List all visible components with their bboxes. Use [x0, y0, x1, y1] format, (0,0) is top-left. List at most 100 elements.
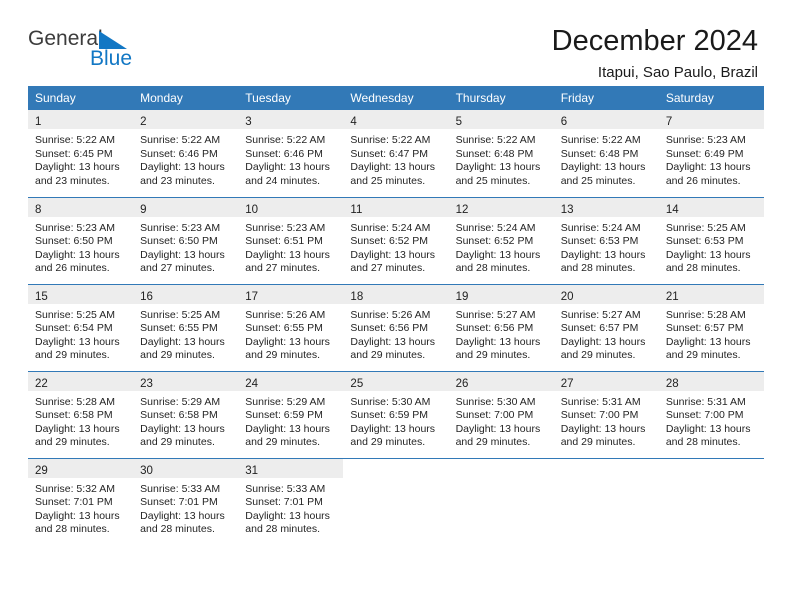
sunrise-text: Sunrise: 5:22 AM [245, 134, 326, 146]
sunset-text: Sunset: 6:47 PM [350, 147, 429, 160]
sunset-text: Sunset: 6:56 PM [455, 322, 534, 335]
day-cell-body [343, 478, 448, 483]
day-cell-body: Sunrise: 5:26 AM Sunset: 6:55 PM Daylight:… [238, 304, 343, 363]
sunrise-text: Sunrise: 5:26 AM [245, 308, 326, 321]
day-cell[interactable]: 1 Sunrise: 5:22 AM Sunset: 6:45 PM Daylight… [28, 110, 134, 197]
day-cell[interactable]: 8 Sunrise: 5:23 AM Sunset: 6:50 PM Daylight… [28, 196, 134, 284]
day-cell[interactable]: 13 Sunrise: 5:24 AM Sunset: 6:53 PM Dayligh… [553, 196, 659, 284]
day-cell[interactable]: 10 Sunrise: 5:23 AM Sunset: 6:51 PM Dayligh… [238, 196, 344, 284]
day-cell[interactable]: 29 Sunrise: 5:32 AM Sunset: 7:01 PM Dayligh… [28, 457, 134, 545]
sunrise-text: Sunrise: 5:30 AM [455, 395, 536, 408]
day-number-bar: 2 [133, 110, 239, 129]
day-cell[interactable]: 30 Sunrise: 5:33 AM Sunset: 7:01 PM Dayligh… [133, 457, 239, 545]
sunrise-text: Sunrise: 5:31 AM [665, 395, 746, 408]
day-cell[interactable]: 11 Sunrise: 5:24 AM Sunset: 6:52 PM Dayligh… [343, 196, 449, 284]
sunset-text: Sunset: 6:54 PM [35, 322, 113, 335]
day-cell[interactable]: 26 Sunrise: 5:30 AM Sunset: 7:00 PM Dayligh… [448, 370, 554, 458]
day-cell[interactable]: 27 Sunrise: 5:31 AM Sunset: 7:00 PM Dayligh… [553, 370, 659, 458]
sunset-text: Sunset: 6:58 PM [35, 409, 113, 422]
weekday-header-thursday: Thursday [448, 86, 554, 110]
daylight-text-line2: and 29 minutes. [245, 349, 320, 362]
day-cell-body: Sunrise: 5:32 AM Sunset: 7:01 PM Daylight:… [28, 478, 133, 537]
day-cell[interactable]: 12 Sunrise: 5:24 AM Sunset: 6:52 PM Dayligh… [448, 196, 554, 284]
day-cell[interactable]: 4 Sunrise: 5:22 AM Sunset: 6:47 PM Daylight… [343, 110, 449, 197]
day-cell[interactable]: 14 Sunrise: 5:25 AM Sunset: 6:53 PM Dayligh… [658, 196, 764, 284]
day-cell[interactable]: 7 Sunrise: 5:23 AM Sunset: 6:49 PM Daylight… [658, 110, 764, 197]
day-cell-body: Sunrise: 5:24 AM Sunset: 6:52 PM Daylight:… [449, 217, 554, 276]
day-number-bar: 9 [133, 197, 239, 217]
sunset-text: Sunset: 6:49 PM [665, 147, 744, 160]
sunrise-text: Sunrise: 5:23 AM [665, 134, 746, 146]
day-cell[interactable]: 5 Sunrise: 5:22 AM Sunset: 6:48 PM Daylight… [448, 110, 554, 197]
day-number-bar: 18 [343, 284, 449, 304]
daylight-text-line2: and 29 minutes. [245, 436, 320, 449]
daylight-text-line2: and 25 minutes. [560, 174, 636, 187]
day-number: 18 [350, 290, 364, 303]
day-cell-body: Sunrise: 5:25 AM Sunset: 6:53 PM Daylight:… [659, 217, 764, 276]
calendar-body: 1 Sunrise: 5:22 AM Sunset: 6:45 PM Daylight… [28, 110, 764, 545]
day-number: 10 [245, 203, 259, 216]
day-cell[interactable]: 2 Sunrise: 5:22 AM Sunset: 6:46 PM Daylight… [133, 110, 239, 197]
day-number-bar [343, 459, 448, 478]
daylight-text-line1: Daylight: 13 hours [350, 335, 436, 348]
sunrise-text: Sunrise: 5:33 AM [245, 482, 326, 495]
daylight-text-line1: Daylight: 13 hours [140, 335, 225, 348]
day-cell[interactable]: 23 Sunrise: 5:29 AM Sunset: 6:58 PM Dayligh… [133, 370, 239, 458]
day-cell[interactable]: 22 Sunrise: 5:28 AM Sunset: 6:58 PM Dayligh… [28, 370, 134, 458]
day-number: 11 [350, 203, 363, 216]
day-number-bar: 26 [448, 371, 554, 391]
day-number: 5 [455, 116, 462, 128]
logo-text-general: General [28, 27, 103, 50]
sunrise-text: Sunrise: 5:22 AM [455, 134, 536, 146]
day-cell[interactable]: 24 Sunrise: 5:29 AM Sunset: 6:59 PM Dayligh… [238, 370, 344, 458]
day-cell[interactable]: 16 Sunrise: 5:25 AM Sunset: 6:55 PM Dayligh… [133, 283, 239, 371]
daylight-text-line2: and 28 minutes. [665, 436, 741, 449]
daylight-text-line2: and 24 minutes. [245, 174, 320, 187]
sunrise-text: Sunrise: 5:22 AM [140, 134, 221, 146]
weekday-header-tuesday: Tuesday [238, 86, 344, 110]
day-number: 3 [245, 116, 252, 128]
daylight-text-line2: and 29 minutes. [665, 349, 741, 362]
day-cell[interactable]: 17 Sunrise: 5:26 AM Sunset: 6:55 PM Dayligh… [238, 283, 344, 371]
daylight-text-line1: Daylight: 13 hours [665, 422, 751, 435]
sunset-text: Sunset: 6:57 PM [560, 322, 639, 335]
daylight-text-line2: and 28 minutes. [455, 262, 531, 275]
day-cell[interactable]: 3 Sunrise: 5:22 AM Sunset: 6:46 PM Daylight… [238, 110, 344, 197]
day-cell[interactable]: 21 Sunrise: 5:28 AM Sunset: 6:57 PM Dayligh… [658, 283, 764, 371]
day-number: 22 [35, 377, 48, 390]
day-cell[interactable]: 31 Sunrise: 5:33 AM Sunset: 7:01 PM Dayligh… [238, 457, 344, 545]
daylight-text-line2: and 29 minutes. [35, 349, 110, 362]
sunset-text: Sunset: 6:56 PM [350, 322, 429, 335]
day-cell-body: Sunrise: 5:31 AM Sunset: 7:00 PM Daylight:… [659, 391, 764, 450]
day-cell[interactable]: 28 Sunrise: 5:31 AM Sunset: 7:00 PM Dayligh… [658, 370, 764, 458]
day-number-bar: 15 [28, 284, 134, 304]
day-cell[interactable]: 25 Sunrise: 5:30 AM Sunset: 6:59 PM Dayligh… [343, 370, 449, 458]
day-cell[interactable]: 6 Sunrise: 5:22 AM Sunset: 6:48 PM Daylight… [553, 110, 659, 197]
sunset-text: Sunset: 6:48 PM [560, 147, 639, 160]
sunset-text: Sunset: 7:00 PM [665, 409, 744, 422]
day-cell-empty [343, 457, 449, 545]
day-number: 17 [245, 290, 259, 303]
daylight-text-line2: and 29 minutes. [455, 349, 531, 362]
day-number-bar: 19 [448, 284, 554, 304]
day-cell[interactable]: 9 Sunrise: 5:23 AM Sunset: 6:50 PM Daylight… [133, 196, 239, 284]
page-header: General Blue December 2024 Itapui, Sao P… [28, 0, 764, 82]
day-cell[interactable]: 20 Sunrise: 5:27 AM Sunset: 6:57 PM Dayligh… [553, 283, 659, 371]
day-cell-empty [448, 457, 554, 545]
generalblue-logo[interactable]: General Blue [28, 26, 148, 76]
daylight-text-line1: Daylight: 13 hours [665, 161, 751, 174]
daylight-text-line1: Daylight: 13 hours [35, 161, 120, 174]
daylight-text-line2: and 28 minutes. [245, 523, 320, 536]
day-number-bar [449, 459, 554, 478]
sunrise-text: Sunrise: 5:23 AM [140, 221, 221, 234]
daylight-text-line2: and 27 minutes. [245, 262, 320, 275]
daylight-text-line2: and 29 minutes. [560, 349, 636, 362]
day-number-bar: 14 [658, 197, 764, 217]
day-cell[interactable]: 18 Sunrise: 5:26 AM Sunset: 6:56 PM Dayligh… [343, 283, 449, 371]
sunset-text: Sunset: 7:01 PM [140, 496, 218, 509]
day-cell[interactable]: 15 Sunrise: 5:25 AM Sunset: 6:54 PM Dayligh… [28, 283, 134, 371]
day-cell[interactable]: 19 Sunrise: 5:27 AM Sunset: 6:56 PM Dayligh… [448, 283, 554, 371]
day-number-bar: 27 [553, 371, 659, 391]
daylight-text-line1: Daylight: 13 hours [140, 422, 225, 435]
day-number: 7 [665, 116, 673, 128]
